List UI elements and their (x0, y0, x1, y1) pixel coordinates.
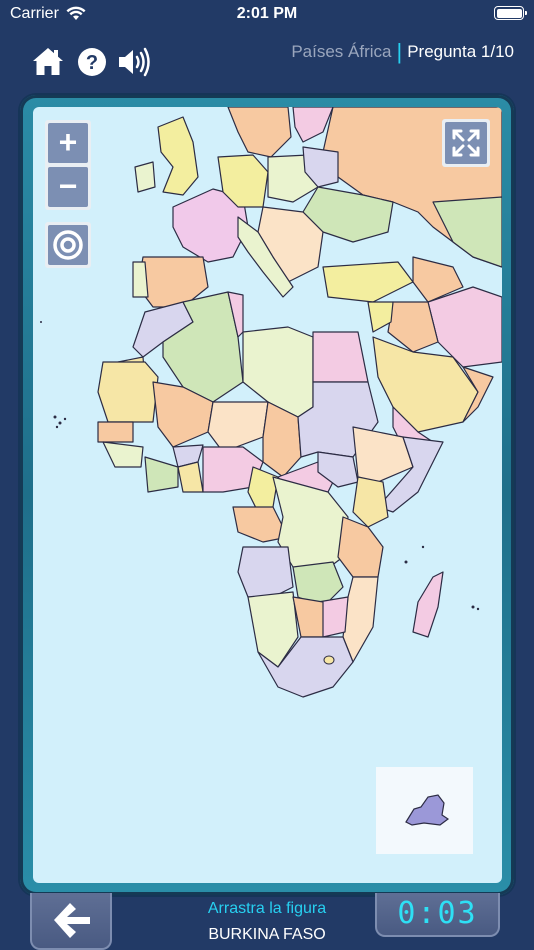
clock: 2:01 PM (236, 5, 298, 22)
timer-display: 0:03 (375, 893, 500, 937)
region-guinea (102, 441, 144, 468)
region-turkey (322, 261, 414, 303)
region-uk (157, 116, 199, 196)
home-icon[interactable] (30, 44, 66, 80)
region-egypt (312, 331, 369, 383)
region-kenya (352, 476, 389, 528)
region-cameroon (247, 466, 279, 513)
region-scandinavia (227, 107, 292, 158)
region-ivory-coast (144, 456, 179, 493)
category-label: Países África (291, 42, 392, 61)
svg-text:?: ? (86, 52, 98, 74)
region-angola (237, 546, 294, 598)
draggable-piece-tray (376, 767, 473, 854)
target-button-face (48, 225, 88, 265)
target-icon (53, 230, 83, 260)
region-tanzania (337, 516, 384, 578)
region-senegal (97, 421, 134, 443)
status-bar: Carrier 2:01 PM (0, 0, 534, 30)
help-icon[interactable]: ? (74, 44, 110, 80)
zoom-out-button[interactable]: − (48, 167, 88, 207)
game-title: Países África | Pregunta 1/10 (291, 39, 514, 64)
fullscreen-icon (452, 129, 480, 157)
country-piece[interactable] (376, 767, 473, 854)
recenter-button[interactable] (45, 222, 91, 268)
region-lesotho (323, 655, 335, 665)
region-madagascar (412, 571, 444, 638)
region-niger (207, 401, 269, 453)
speaker-icon[interactable] (116, 44, 152, 80)
question-counter: Pregunta 1/10 (407, 42, 514, 61)
zoom-controls: + − (45, 120, 91, 210)
zoom-in-button[interactable]: + (48, 123, 88, 163)
timer-value: 0:03 (397, 896, 478, 931)
region-mauritania (97, 361, 159, 423)
fullscreen-button-face (445, 122, 487, 164)
fullscreen-button[interactable] (442, 119, 490, 167)
title-separator: | (396, 39, 403, 64)
battery-icon (494, 6, 527, 20)
region-ghana-togo (177, 461, 204, 493)
region-portugal (132, 261, 149, 298)
region-ireland (134, 161, 156, 193)
